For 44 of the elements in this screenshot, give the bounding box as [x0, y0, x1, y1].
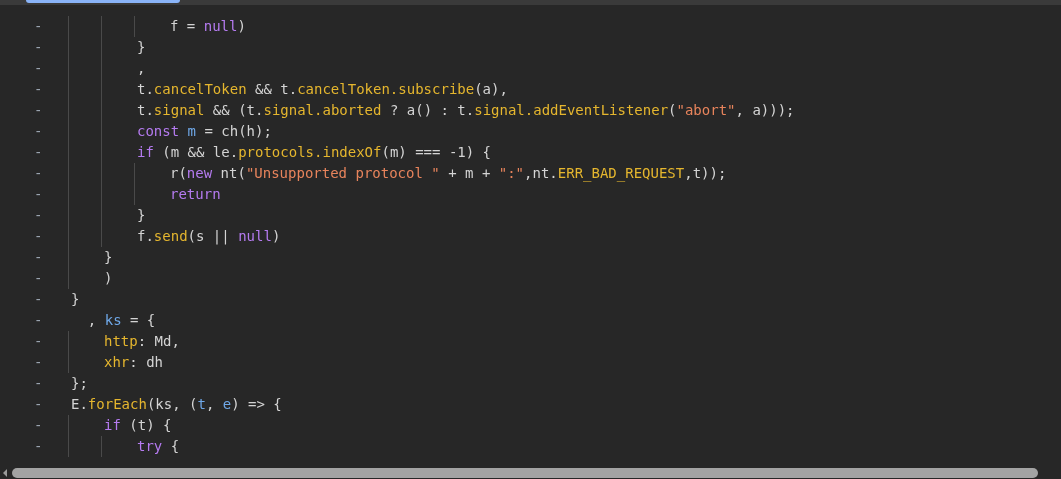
code-line: t.signal && (t.signal.aborted ? a() : t.signal.addEventListener("abort", a)));: [136, 101, 795, 120]
diff-marker: -: [34, 17, 43, 36]
horizontal-scrollbar[interactable]: [12, 468, 1038, 478]
code-line: };: [70, 374, 88, 393]
code-line: r(new nt("Unsupported protocol " + m + ":",nt.ERR_BAD_REQUEST,t));: [169, 164, 727, 184]
code-line: return: [169, 185, 221, 204]
diff-marker: -: [34, 332, 43, 351]
diff-marker: -: [34, 143, 43, 162]
code-line: http: Md,: [103, 332, 180, 351]
diff-marker: -: [34, 353, 43, 372]
code-line: try {: [136, 437, 180, 456]
diff-marker: -: [34, 248, 43, 267]
code-line: f = null): [169, 17, 246, 36]
diff-marker: -: [34, 374, 43, 393]
code-line: if (m && le.protocols.indexOf(m) === -1) {: [136, 143, 492, 162]
code-line: if (t) {: [103, 416, 172, 435]
code-line: ): [103, 269, 113, 288]
code-line: ,: [136, 59, 146, 78]
diff-marker: -: [34, 80, 43, 99]
diff-marker: -: [34, 38, 43, 57]
scroll-left-icon[interactable]: [2, 469, 8, 477]
code-line: const m = ch(h);: [136, 122, 272, 141]
diff-marker: -: [34, 206, 43, 225]
diff-marker: -: [34, 311, 43, 330]
diff-marker: -: [34, 164, 43, 183]
code-line: }: [136, 38, 146, 57]
diff-marker: -: [34, 227, 43, 246]
code-line: , ks = {: [86, 311, 156, 330]
code-line: t.cancelToken && t.cancelToken.subscribe(a),: [136, 80, 508, 99]
diff-marker: -: [34, 290, 43, 309]
diff-marker: -: [34, 395, 43, 414]
diff-marker: -: [34, 416, 43, 435]
diff-marker: -: [34, 122, 43, 141]
diff-marker: -: [34, 437, 43, 456]
code-line: }: [70, 290, 80, 309]
code-line: }: [136, 206, 146, 225]
code-line: f.send(s || null): [136, 227, 281, 247]
diff-marker: -: [34, 269, 43, 288]
diff-marker: -: [34, 59, 43, 78]
diff-marker: -: [34, 185, 43, 204]
code-line: E.forEach(ks, (t, e) => {: [70, 395, 282, 414]
code-line: xhr: dh: [103, 353, 163, 372]
diff-marker: -: [34, 101, 43, 120]
code-line: }: [103, 248, 113, 267]
